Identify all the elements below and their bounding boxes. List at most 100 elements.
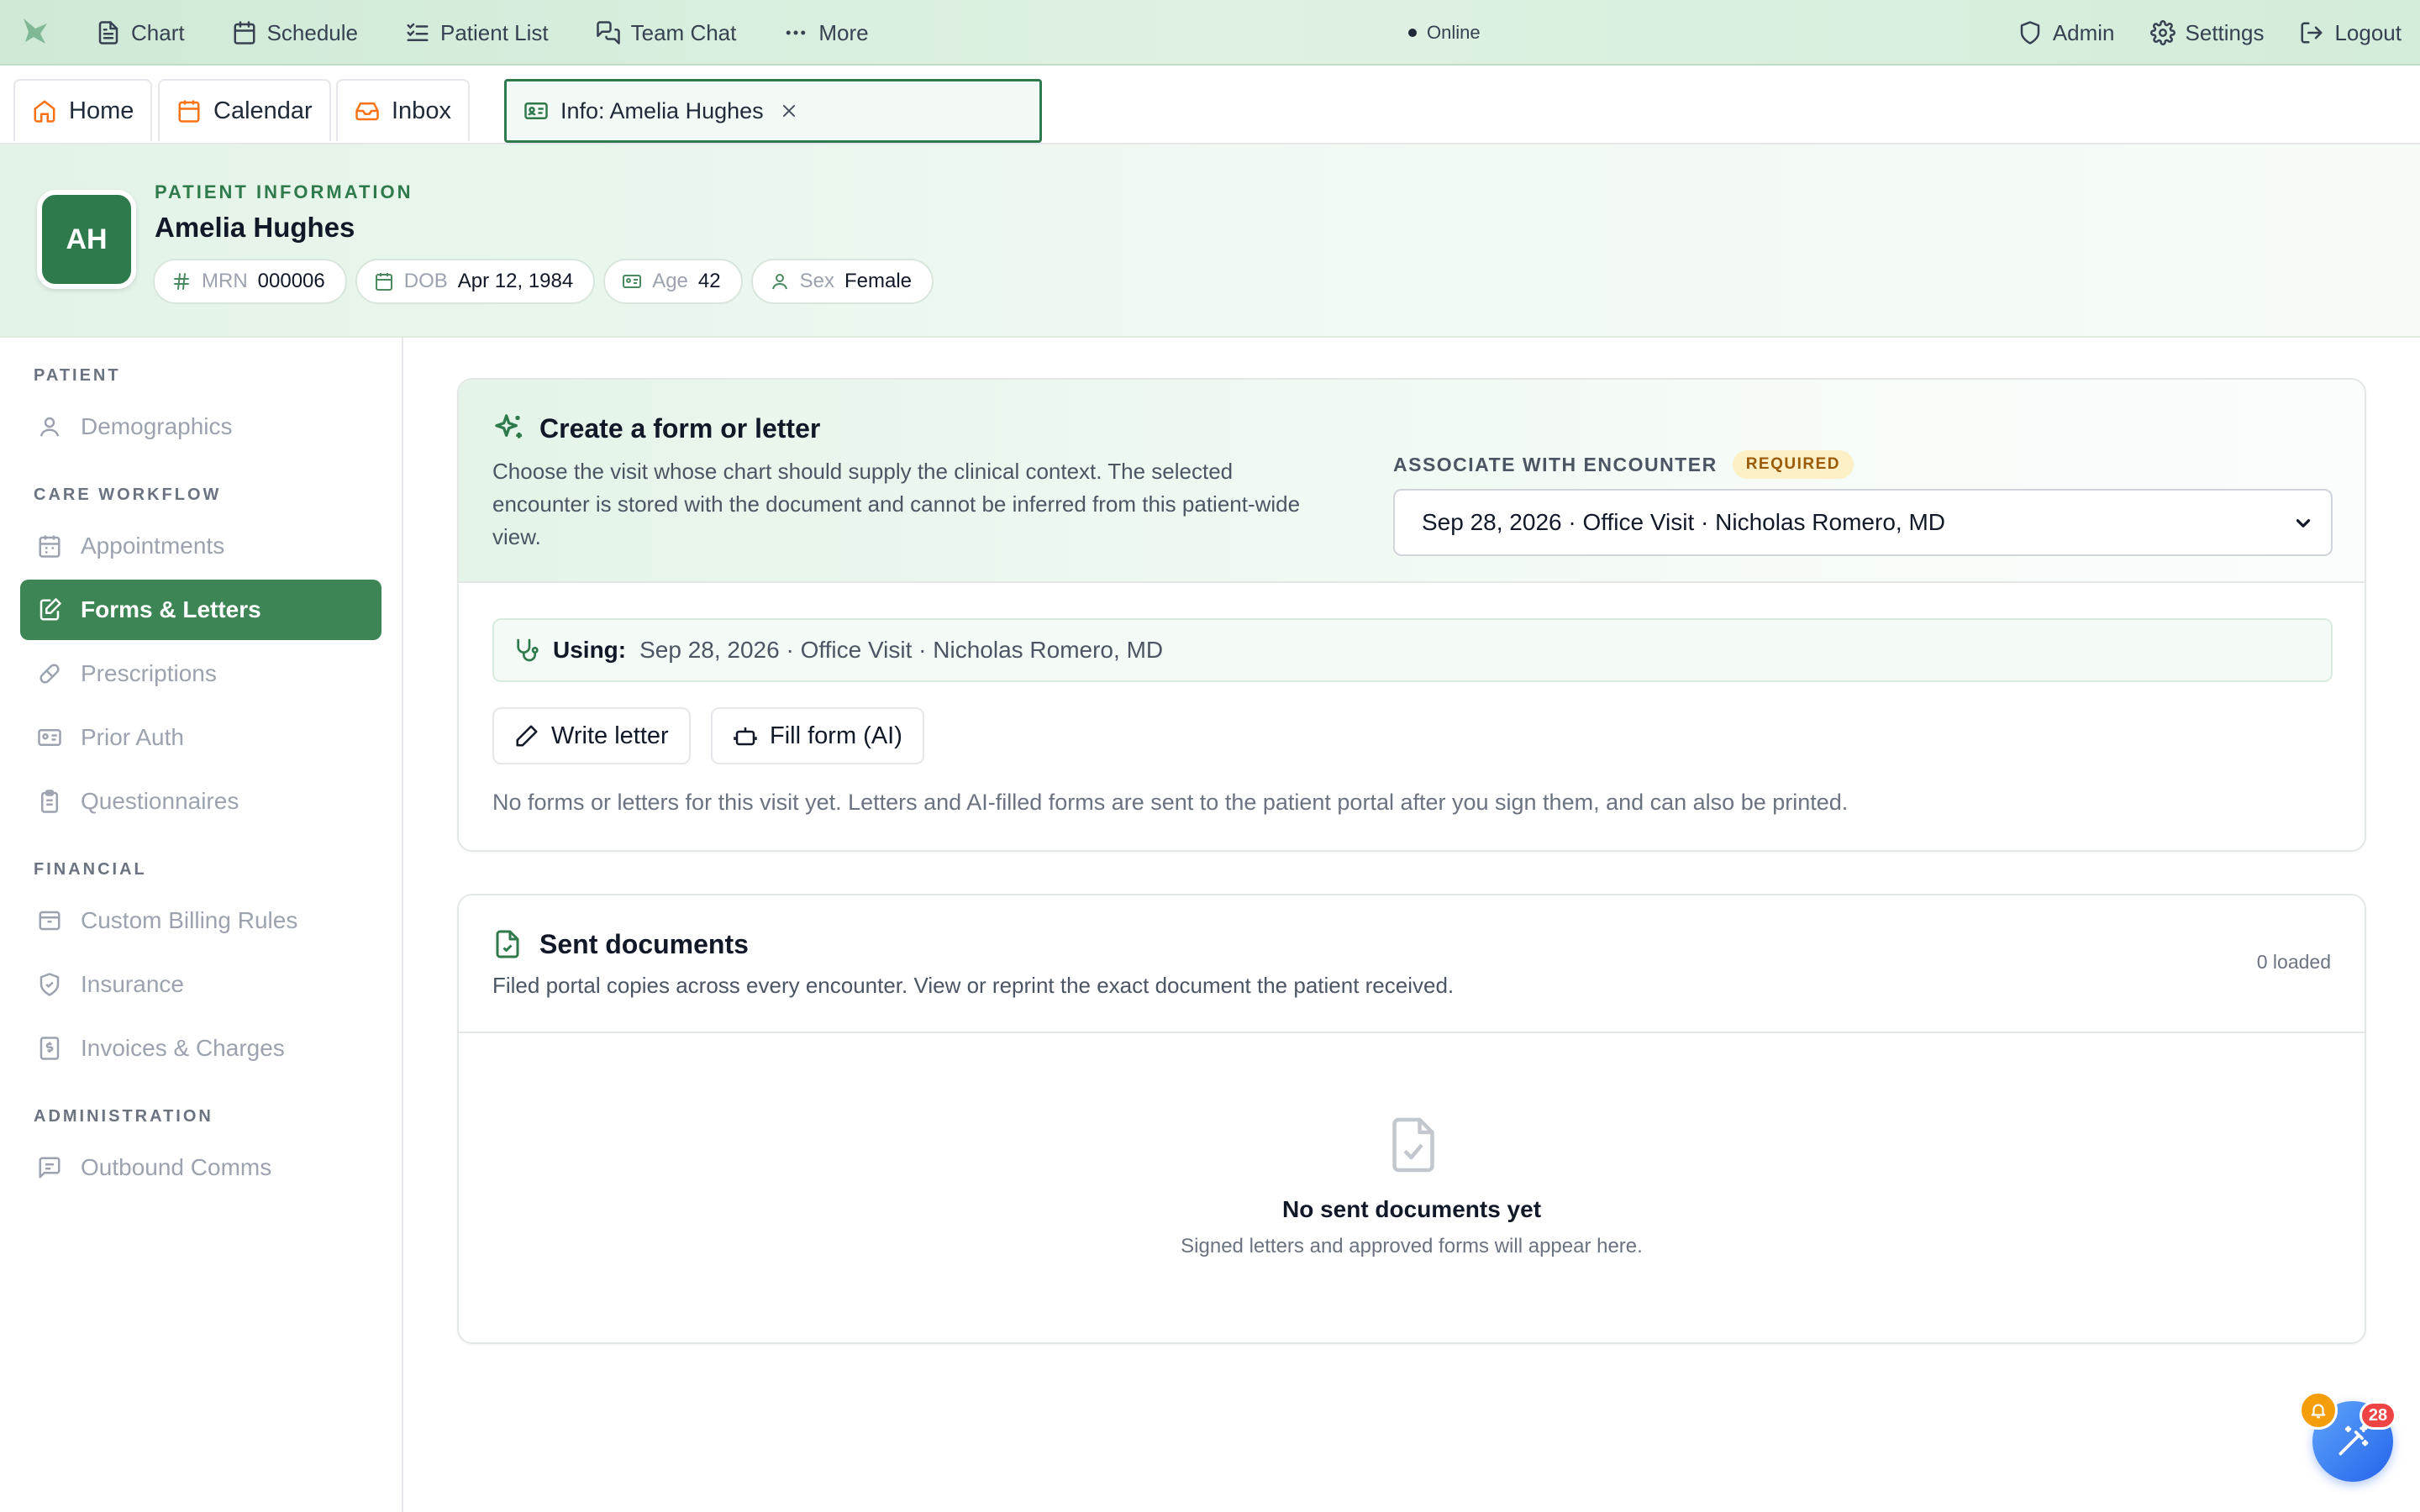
nav-more-label: More [818, 19, 869, 45]
nav-chart-label: Chart [131, 19, 185, 45]
right-nav: Admin Settings Logout [1982, 0, 2402, 66]
sex-value: Female [844, 270, 912, 292]
sparkle-icon [495, 414, 522, 438]
calendar-icon [178, 100, 200, 123]
patient-header: AH PATIENT INFORMATION Amelia Hughes MRN… [0, 144, 2420, 338]
forms-empty-note: No forms or letters for this visit yet. … [492, 790, 1849, 815]
age-value: 42 [697, 270, 721, 292]
logout-icon [2301, 22, 2323, 44]
sidebar-item-prescriptions[interactable]: Prescriptions [20, 643, 381, 704]
sidebar-item-label: Outbound Comms [81, 1154, 272, 1180]
sidebar-item-invoices-charges[interactable]: Invoices & Charges [20, 1018, 381, 1079]
sidebar-item-prior-auth[interactable]: Prior Auth [20, 707, 381, 768]
calendar-icon [234, 21, 255, 45]
patient-chips: MRN 000006 DOB Apr 12, 1984 Age 42 Sex F… [153, 259, 934, 304]
mrn-label: MRN [202, 270, 248, 292]
sidebar-item-insurance[interactable]: Insurance [20, 954, 381, 1015]
sidebar-item-appointments[interactable]: Appointments [20, 516, 381, 576]
required-badge: REQUIRED [1732, 450, 1854, 479]
id-card-icon [38, 729, 61, 746]
sidebar-item-forms-letters[interactable]: Forms & Letters [20, 580, 381, 640]
sidebar-item-outbound-comms[interactable]: Outbound Comms [20, 1137, 381, 1198]
nav-team-chat[interactable]: Team Chat [596, 19, 737, 46]
sidebar-item-label: Demographics [81, 413, 233, 439]
status-dot [1408, 29, 1417, 37]
fill-form-ai-button[interactable]: Fill form (AI) [711, 707, 924, 764]
sidebar-item-custom-billing-rules[interactable]: Custom Billing Rules [20, 890, 381, 951]
notification-bell[interactable] [2299, 1391, 2338, 1430]
empty-state-subtitle: Signed letters and approved forms will a… [1181, 1235, 1643, 1257]
nav-admin-label: Admin [2052, 19, 2115, 45]
tab-home[interactable]: Home [13, 79, 153, 141]
notification-count-badge: 28 [2360, 1401, 2396, 1430]
nav-chart[interactable]: Chart [96, 20, 185, 46]
nav-logout[interactable]: Logout [2299, 20, 2402, 46]
age-chip: Age 42 [603, 259, 743, 304]
loaded-count: 0 loaded [2256, 951, 2331, 973]
sidebar-item-label: Prior Auth [81, 724, 184, 750]
associate-encounter-label: ASSOCIATE WITH ENCOUNTER REQUIRED [1393, 450, 1854, 479]
nav-more[interactable]: More [783, 19, 869, 46]
patient-section-label: PATIENT INFORMATION [155, 181, 413, 202]
using-label: Using: [553, 637, 627, 663]
nav-logout-label: Logout [2334, 19, 2402, 45]
message-icon [39, 1157, 60, 1179]
chat-icon [596, 21, 620, 45]
hash-icon [174, 273, 189, 290]
using-encounter-bar: Using: Sep 28, 2026 · Office Visit · Nic… [492, 618, 2333, 682]
logo-icon[interactable] [18, 13, 54, 49]
sent-documents-title: Sent documents [539, 929, 749, 959]
encounter-select[interactable]: Sep 28, 2026 · Office Visit · Nicholas R… [1393, 489, 2333, 556]
sent-documents-header: Sent documents Filed portal copies acros… [459, 895, 2365, 1033]
create-form-description-line: encounter is stored with the document an… [492, 491, 1301, 517]
home-icon [34, 100, 55, 123]
sidebar-section-care-workflow: CARE WORKFLOW [34, 486, 222, 504]
sidebar-item-questionnaires[interactable]: Questionnaires [20, 771, 381, 832]
nav-settings[interactable]: Settings [2149, 20, 2264, 46]
robot-icon [734, 727, 757, 746]
sex-label: Sex [799, 270, 834, 292]
tab-patient-info[interactable]: Info: Amelia Hughes [504, 79, 1042, 143]
sidebar-section-financial: FINANCIAL [34, 860, 147, 879]
archive-icon [39, 911, 60, 931]
main-nav: Chart Schedule Patient List Team Chat Mo… [96, 0, 916, 66]
sidebar-item-demographics[interactable]: Demographics [20, 396, 381, 457]
nav-patient-list[interactable]: Patient List [405, 20, 549, 46]
magic-wand-icon [2338, 1424, 2369, 1456]
tab-calendar[interactable]: Calendar [158, 79, 331, 141]
sidebar-item-label: Insurance [81, 971, 184, 997]
sidebar: PATIENT Demographics CARE WORKFLOW Appoi… [0, 338, 403, 1512]
chevron-down-icon [2296, 519, 2311, 528]
inbox-icon [355, 102, 379, 121]
dob-value: Apr 12, 1984 [457, 270, 574, 292]
document-icon [98, 21, 118, 45]
nav-admin[interactable]: Admin [2018, 20, 2115, 46]
id-card-icon [623, 275, 642, 288]
nav-patient-list-label: Patient List [440, 19, 549, 45]
tab-patient-info-label: Info: Amelia Hughes [560, 97, 764, 123]
status-label: Online [1427, 22, 1481, 43]
nav-schedule[interactable]: Schedule [232, 20, 358, 46]
calendar-icon [39, 535, 60, 558]
tab-inbox[interactable]: Inbox [336, 79, 470, 141]
tab-home-label: Home [69, 97, 134, 124]
sidebar-section-patient: PATIENT [34, 366, 121, 385]
gear-icon [2149, 20, 2175, 45]
sidebar-item-label: Invoices & Charges [81, 1035, 285, 1061]
age-label: Age [652, 270, 688, 292]
sidebar-item-label: Appointments [81, 533, 225, 559]
empty-state-title: No sent documents yet [1281, 1196, 1542, 1222]
tab-bar: Home Calendar Inbox Info: Amelia Hughes [0, 66, 2420, 144]
nav-team-chat-label: Team Chat [630, 19, 737, 45]
sidebar-item-label: Custom Billing Rules [81, 907, 298, 933]
clipboard-icon [41, 790, 58, 813]
avatar: AH [37, 190, 136, 289]
receipt-icon [39, 1037, 60, 1060]
write-letter-button[interactable]: Write letter [492, 707, 691, 764]
shield-icon [2020, 21, 2040, 45]
pill-icon [39, 664, 60, 684]
mrn-chip: MRN 000006 [153, 259, 347, 304]
sidebar-item-label: Prescriptions [81, 660, 217, 686]
create-form-header: Create a form or letter Choose the visit… [459, 380, 2365, 583]
close-icon[interactable] [779, 101, 799, 121]
